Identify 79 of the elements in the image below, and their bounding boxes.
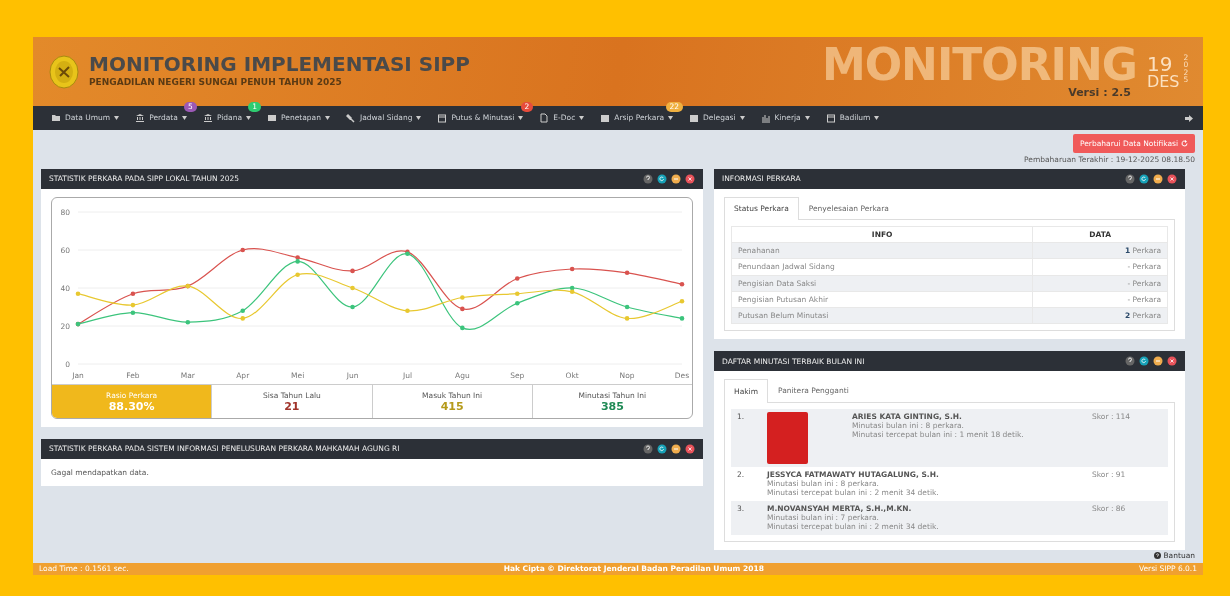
bank-icon xyxy=(135,113,146,124)
date-month: DES xyxy=(1146,73,1180,90)
data-point xyxy=(75,290,81,296)
refresh-icon[interactable] xyxy=(1139,356,1149,367)
caret-icon xyxy=(416,116,422,121)
stat-value: 21 xyxy=(283,400,301,413)
close-icon[interactable] xyxy=(685,173,695,184)
data-point xyxy=(514,300,520,306)
emblem-logo xyxy=(49,54,79,89)
refresh-icon xyxy=(1181,140,1188,148)
data-point xyxy=(624,270,630,275)
caret-icon xyxy=(804,116,810,121)
help-icon[interactable] xyxy=(1125,356,1135,367)
data-point xyxy=(350,304,355,309)
document-icon xyxy=(539,113,550,124)
data-point xyxy=(240,315,246,321)
refresh-icon[interactable] xyxy=(657,173,667,184)
data-point xyxy=(405,308,410,313)
data-point xyxy=(130,290,136,296)
caret-icon xyxy=(518,116,524,121)
caret-icon xyxy=(668,116,674,121)
stat-value: 415 xyxy=(439,400,465,413)
data-point xyxy=(679,298,685,304)
caret-icon xyxy=(324,116,330,121)
bar-chart-icon xyxy=(760,113,771,124)
data-point xyxy=(624,315,630,321)
data-point xyxy=(460,306,465,311)
minimize-icon[interactable] xyxy=(1153,356,1163,367)
date-day: 19 xyxy=(1146,53,1180,74)
data-point xyxy=(514,290,520,296)
caret-icon xyxy=(874,116,880,121)
data-point xyxy=(350,285,355,290)
minimize-icon[interactable] xyxy=(671,173,681,184)
photo-placeholder xyxy=(767,411,808,464)
data-point xyxy=(679,281,685,287)
folder-icon xyxy=(51,113,61,124)
archive-icon xyxy=(600,113,611,124)
logout-icon[interactable] xyxy=(1184,113,1193,123)
data-point xyxy=(240,308,246,313)
help-icon[interactable] xyxy=(643,443,653,454)
data-point xyxy=(514,275,520,281)
caret-icon xyxy=(114,116,120,121)
data-point xyxy=(460,294,465,300)
refresh-icon[interactable] xyxy=(657,443,667,454)
data-point xyxy=(679,315,685,321)
caret-icon xyxy=(181,116,187,121)
caret-icon xyxy=(246,116,252,121)
close-icon[interactable] xyxy=(1167,356,1177,367)
version-text: Versi : 2.5 xyxy=(1067,87,1131,100)
archive-icon xyxy=(689,113,700,124)
minimize-icon[interactable] xyxy=(671,443,681,454)
gavel-icon xyxy=(345,113,356,124)
data-point xyxy=(350,268,355,273)
data-point xyxy=(460,325,465,330)
data-point xyxy=(130,302,136,307)
data-point xyxy=(240,247,246,252)
data-point xyxy=(295,271,300,277)
calendar-icon xyxy=(437,113,448,124)
close-icon[interactable] xyxy=(685,443,695,454)
stat-value: 88.30% xyxy=(107,400,156,413)
caret-icon xyxy=(579,116,585,121)
data-point xyxy=(569,266,575,271)
help-icon[interactable] xyxy=(1125,173,1135,184)
data-point xyxy=(185,319,191,325)
help-icon xyxy=(1154,551,1162,559)
stat-value: 385 xyxy=(599,400,625,413)
court-subtitle: PENGADILAN NEGERI SUNGAI PENUH TAHUN 2025 xyxy=(89,75,343,89)
close-icon[interactable] xyxy=(1167,173,1177,184)
app-title: MONITORING IMPLEMENTASI SIPP xyxy=(89,53,470,74)
data-point xyxy=(624,304,630,309)
caret-icon xyxy=(739,116,745,121)
bank-icon xyxy=(202,113,213,124)
help-icon[interactable] xyxy=(643,173,653,184)
data-point xyxy=(130,309,136,315)
minimize-icon[interactable] xyxy=(1153,173,1163,184)
screen-icon xyxy=(267,113,278,124)
refresh-icon[interactable] xyxy=(1139,173,1149,184)
banner-text: MONITORING xyxy=(821,43,1137,88)
calendar-icon xyxy=(825,113,836,124)
